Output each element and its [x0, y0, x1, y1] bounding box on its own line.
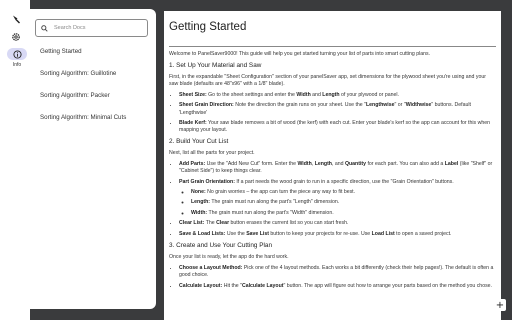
doc-body: Welcome to PanelSaver9000! This guide wi…	[169, 51, 496, 293]
list-item: Save & Load Lists: Use the Save List but…	[179, 231, 496, 238]
navigation-rail: Info	[0, 0, 30, 320]
rail-info-label: Info	[12, 62, 22, 68]
nav-item-guillotine[interactable]: Sorting Algorithm: Guillotine	[40, 70, 116, 77]
list-item: Sheet Grain Direction: Note the directio…	[179, 102, 496, 116]
page-title: Getting Started	[169, 21, 247, 33]
doc-content: Getting Started Welcome to PanelSaver900…	[164, 11, 501, 320]
grain-options-list: None: No grain worries – the app can tur…	[191, 189, 496, 217]
list-item: Calculate Layout: Hit the "Calculate Lay…	[179, 283, 496, 290]
list-item: Choose a Layout Method: Pick one of the …	[179, 265, 496, 279]
cut-list-list: Add Parts: Use the "Add New Cut" form. E…	[179, 161, 496, 238]
search-icon	[41, 24, 48, 32]
cut-list-paragraph: Next, list all the parts for your projec…	[169, 150, 255, 157]
section-heading-cut-list: 2. Build Your Cut List	[169, 137, 229, 145]
list-item: Part Grain Orientation: If a part needs …	[179, 179, 496, 217]
rail-settings-button[interactable]	[6, 29, 26, 45]
search-placeholder: Search Docs	[54, 25, 86, 31]
list-item: None: No grain worries – the app can tur…	[191, 189, 496, 196]
list-item: Width: The grain must run along the part…	[191, 210, 496, 217]
nav-item-minimal-cuts[interactable]: Sorting Algorithm: Minimal Cuts	[40, 114, 126, 121]
plus-icon: +	[495, 299, 505, 311]
rail-edit-button[interactable]	[6, 11, 26, 27]
docs-drawer: Search Docs Getting Started Sorting Algo…	[30, 9, 156, 309]
nav-item-getting-started[interactable]: Getting Started	[40, 48, 82, 55]
setup-paragraph: First, in the expandable "Sheet Configur…	[169, 74, 486, 88]
search-input[interactable]: Search Docs	[35, 19, 148, 37]
gear-icon	[12, 33, 20, 41]
pencil-icon	[13, 15, 20, 24]
list-item: Clear List: The Clear button erases the …	[179, 220, 496, 227]
section-heading-cutting-plan: 3. Create and Use Your Cutting Plan	[169, 241, 273, 249]
title-divider	[169, 46, 496, 47]
list-item: Add Parts: Use the "Add New Cut" form. E…	[179, 161, 496, 175]
list-item: Blade Kerf: Your saw blade removes a bit…	[179, 120, 496, 134]
cutting-plan-paragraph: Once your list is ready, let the app do …	[169, 254, 289, 261]
list-item: Sheet Size: Go to the sheet settings and…	[179, 92, 496, 99]
cutting-plan-list: Choose a Layout Method: Pick one of the …	[179, 265, 496, 290]
add-button[interactable]: +	[494, 299, 506, 311]
info-icon	[12, 49, 22, 59]
nav-item-packer[interactable]: Sorting Algorithm: Packer	[40, 92, 110, 99]
info-indicator	[7, 48, 27, 60]
intro-paragraph: Welcome to PanelSaver9000! This guide wi…	[169, 51, 431, 57]
rail-info-button[interactable]: Info	[6, 48, 28, 74]
setup-list: Sheet Size: Go to the sheet settings and…	[179, 92, 496, 134]
section-heading-setup: 1. Set Up Your Material and Saw	[169, 61, 262, 69]
list-item: Length: The grain must run along the par…	[191, 199, 496, 206]
